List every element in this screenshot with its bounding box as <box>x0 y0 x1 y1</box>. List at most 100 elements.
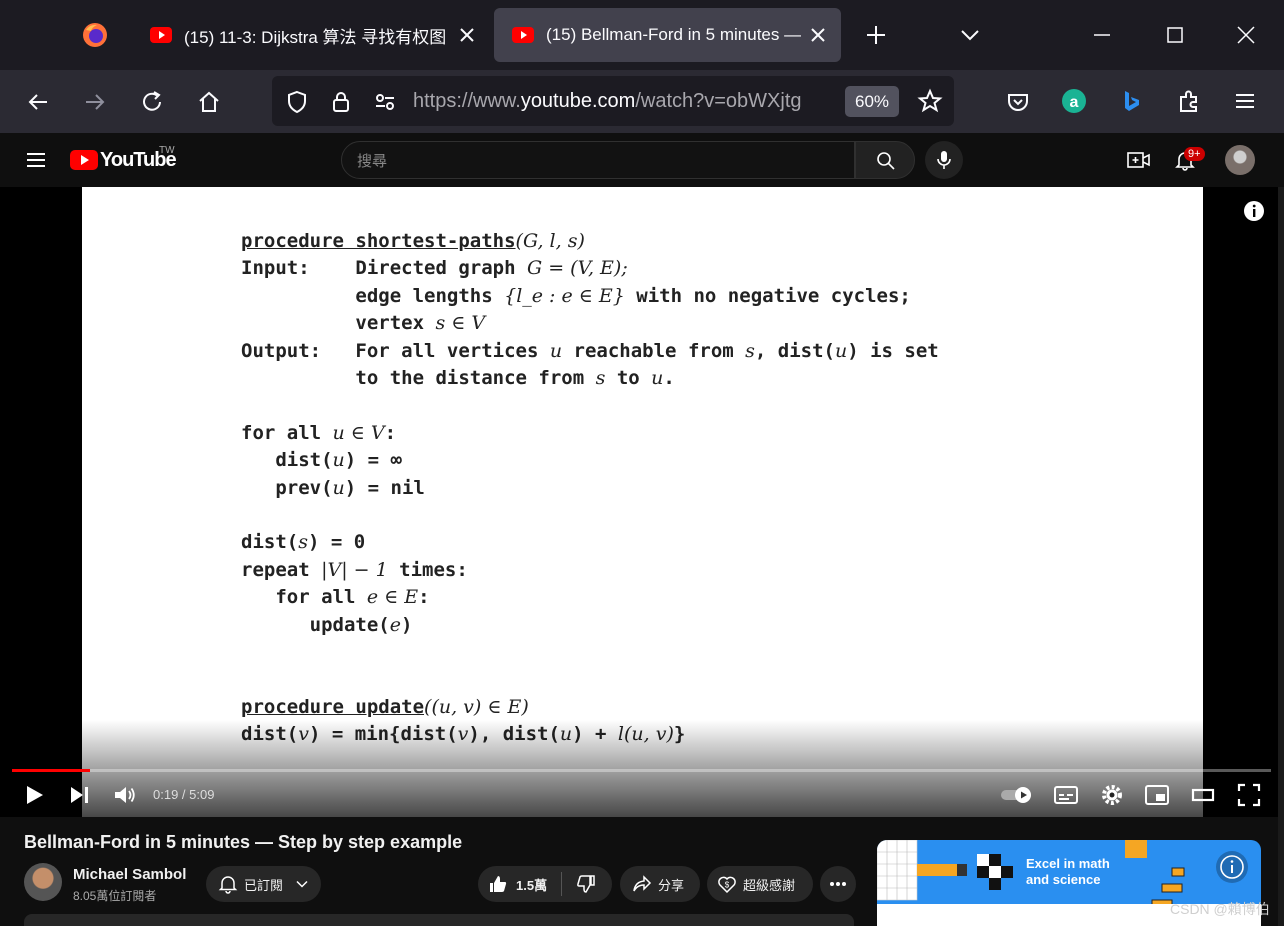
subscriber-count: 8.05萬位訂閱者 <box>73 889 157 903</box>
like-dislike-group: 1.5萬 <box>478 866 612 902</box>
code-text: Output: For all vertices <box>241 339 550 362</box>
math-expression: s ∈ V <box>435 312 486 335</box>
url-text[interactable]: https://www.youtube.com/watch?v=obWXjtg <box>413 90 831 113</box>
pseudocode-line <box>241 639 939 666</box>
math-expression: ((u, v) ∈ E) <box>424 695 529 718</box>
forward-arrow-icon[interactable] <box>82 89 108 115</box>
code-text: ) = 0 <box>307 531 366 554</box>
lock-icon[interactable] <box>328 89 354 115</box>
reload-icon[interactable] <box>139 89 165 115</box>
code-text: for all <box>241 421 333 444</box>
account-avatar[interactable] <box>1225 145 1255 175</box>
pocket-icon[interactable] <box>1005 89 1031 115</box>
url-path: /watch?v=obWXjtg <box>635 90 802 112</box>
info-icon[interactable] <box>1243 200 1265 222</box>
code-text: procedure shortest-paths <box>241 230 516 252</box>
voice-search-button[interactable] <box>925 141 963 179</box>
like-count[interactable]: 1.5萬 <box>516 875 547 894</box>
share-button[interactable]: 分享 <box>620 866 700 902</box>
code-text: ) is set <box>847 339 939 362</box>
ad-info-icon[interactable] <box>1215 850 1249 884</box>
subtitles-icon[interactable] <box>1053 782 1079 808</box>
math-expression: G = (V, E); <box>526 257 628 280</box>
hamburger-menu-icon[interactable] <box>1232 88 1258 114</box>
like-icon[interactable] <box>488 874 508 894</box>
fullscreen-icon[interactable] <box>1236 782 1262 808</box>
duration: 5:09 <box>189 787 215 802</box>
pseudocode-line: update(e) <box>241 612 939 639</box>
pseudocode-line: procedure shortest-paths(G, l, s) <box>241 228 939 255</box>
math-expression: {l_e : e ∈ E} <box>504 284 625 307</box>
search-placeholder: 搜尋 <box>357 153 388 170</box>
zoom-indicator[interactable]: 60% <box>845 86 899 117</box>
progress-bar[interactable] <box>12 769 1271 772</box>
math-expression: s <box>595 367 606 390</box>
code-text: ) = ∞ <box>344 449 402 472</box>
more-actions-button[interactable] <box>820 866 856 902</box>
guide-menu-icon[interactable] <box>25 150 47 170</box>
divider <box>561 872 563 896</box>
search-input[interactable] <box>341 141 855 179</box>
shield-icon[interactable] <box>284 89 310 115</box>
play-icon[interactable] <box>21 782 47 808</box>
home-icon[interactable] <box>196 89 222 115</box>
ad-line-1: Excel in math <box>1026 856 1110 871</box>
pseudocode-text: procedure shortest-paths(G, l, s) Input: … <box>241 228 939 749</box>
volume-icon[interactable] <box>112 782 138 808</box>
pseudocode-line <box>241 392 939 419</box>
math-expression: u <box>834 339 848 362</box>
more-dots-icon <box>830 882 846 886</box>
close-window-icon[interactable] <box>1233 22 1259 48</box>
bookmark-star-icon[interactable] <box>917 88 943 114</box>
progress-played <box>12 769 90 772</box>
miniplayer-icon[interactable] <box>1144 782 1170 808</box>
list-tabs-chevron-icon[interactable] <box>957 22 983 48</box>
pseudocode-line: for all u ∈ V: <box>241 420 939 447</box>
maximize-icon[interactable] <box>1162 22 1188 48</box>
firefox-icon[interactable] <box>82 22 108 48</box>
description-box[interactable] <box>24 914 854 926</box>
channel-avatar[interactable] <box>24 863 62 901</box>
pseudocode-line: repeat |V| − 1 times: <box>241 557 939 584</box>
current-time: 0:19 <box>153 787 179 802</box>
share-label: 分享 <box>658 877 685 893</box>
math-expression: s <box>298 531 308 554</box>
subscribed-button[interactable]: 已訂閱 <box>206 866 321 902</box>
settings-gear-icon[interactable] <box>1099 782 1125 808</box>
code-text: , dist( <box>754 339 835 362</box>
permissions-icon[interactable] <box>372 89 398 115</box>
youtube-favicon-icon <box>512 27 534 43</box>
bing-icon[interactable] <box>1118 88 1144 114</box>
code-text: for all <box>241 586 367 609</box>
youtube-favicon-icon <box>150 27 172 43</box>
svg-text:a: a <box>1070 94 1079 111</box>
pseudocode-line: edge lengths {l_e : e ∈ E} with no negat… <box>241 283 939 310</box>
minimize-icon[interactable] <box>1089 22 1115 48</box>
math-expression: e <box>389 613 401 636</box>
youtube-logo-icon[interactable] <box>70 150 98 170</box>
super-thanks-button[interactable]: $ 超級感謝 <box>707 866 813 902</box>
extension-a-icon[interactable]: a <box>1061 88 1087 114</box>
time-display: 0:19 / 5:09 <box>153 787 215 802</box>
channel-name[interactable]: Michael Sambol <box>73 866 186 883</box>
math-expression: u <box>332 476 345 499</box>
create-video-icon[interactable] <box>1127 150 1151 170</box>
tab-bellman-ford[interactable]: (15) Bellman-Ford in 5 minutes — <box>494 8 841 62</box>
pseudocode-line: for all e ∈ E: <box>241 584 939 611</box>
dislike-icon[interactable] <box>576 874 596 894</box>
back-arrow-icon[interactable] <box>25 89 51 115</box>
math-expression: u <box>651 367 664 390</box>
new-tab-icon[interactable] <box>863 22 889 48</box>
pseudocode-line: dist(s) = 0 <box>241 529 939 556</box>
close-tab-icon[interactable] <box>458 26 476 44</box>
autoplay-toggle-icon[interactable] <box>1000 785 1034 805</box>
next-video-icon[interactable] <box>66 782 92 808</box>
extensions-puzzle-icon[interactable] <box>1176 88 1202 114</box>
close-tab-icon[interactable] <box>809 26 827 44</box>
theater-mode-icon[interactable] <box>1190 782 1216 808</box>
super-thanks-heart-icon: $ <box>718 876 736 894</box>
tab-dijkstra[interactable]: (15) 11-3: Dijkstra 算法 寻找有权图 <box>132 8 490 62</box>
pseudocode-line: procedure update((u, v) ∈ E) <box>241 694 939 721</box>
search-button[interactable] <box>855 141 915 179</box>
pseudocode-line: Output: For all vertices u reachable fro… <box>241 338 939 365</box>
